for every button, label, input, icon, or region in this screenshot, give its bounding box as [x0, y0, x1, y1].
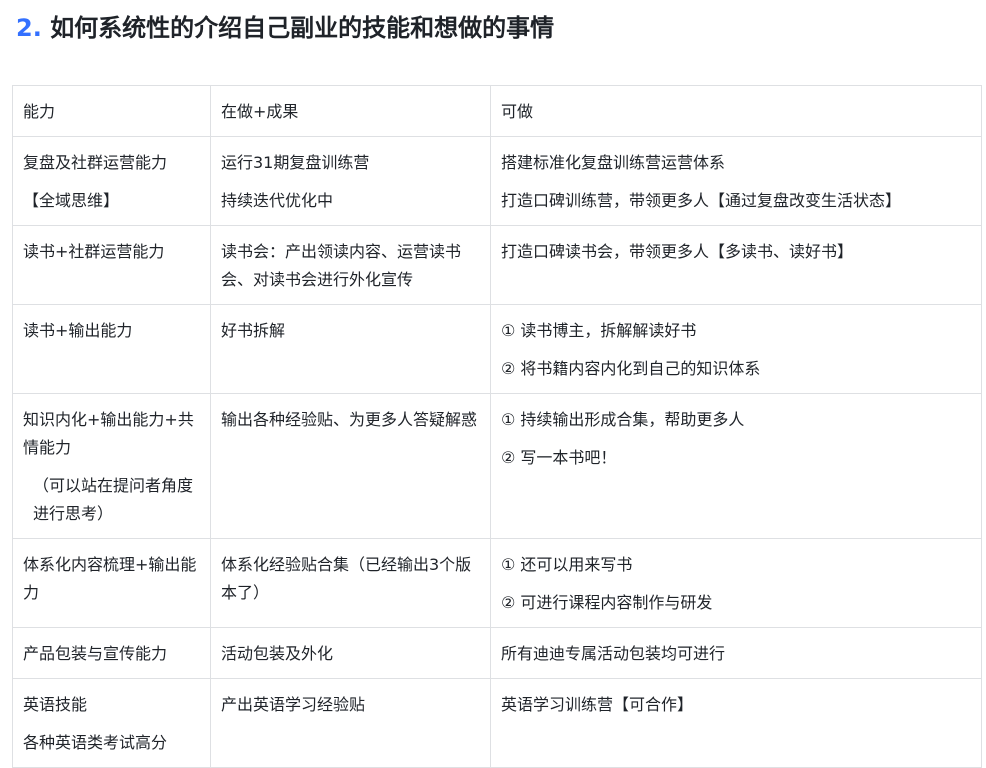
table-cell-doing: 运行31期复盘训练营 持续迭代优化中 [210, 136, 491, 226]
cell-text: （可以站在提问者角度进行思考） [33, 476, 194, 523]
table-cell-todo: ① 还可以用来写书 ② 可进行课程内容制作与研发 [490, 538, 982, 628]
cell-text: 【全域思维】 [23, 191, 120, 210]
cell-text: ② 写一本书吧！ [501, 448, 617, 467]
table-cell-todo: 英语学习训练营【可合作】 [490, 678, 982, 768]
table-cell-ability: 读书+社群运营能力 [12, 225, 211, 305]
header-cell-doing: 在做+成果 [210, 85, 491, 137]
cell-text: 英语技能 [23, 695, 88, 714]
cell-text: 运行31期复盘训练营 [221, 153, 370, 172]
cell-text: ① 持续输出形成合集，帮助更多人 [501, 410, 745, 429]
cell-text: 各种英语类考试高分 [23, 733, 168, 752]
cell-text: 体系化经验贴合集（已经输出3个版本了） [221, 555, 472, 602]
cell-text: 好书拆解 [221, 321, 286, 340]
table-cell-todo: 打造口碑读书会，带领更多人【多读书、读好书】 [490, 225, 982, 305]
table-cell-doing: 产出英语学习经验贴 [210, 678, 491, 768]
cell-text: 搭建标准化复盘训练营运营体系 [501, 153, 726, 172]
cell-text: 打造口碑训练营，带领更多人【通过复盘改变生活状态】 [501, 191, 902, 210]
table-cell-doing: 活动包装及外化 [210, 627, 491, 679]
table-row: 复盘及社群运营能力 【全域思维】 运行31期复盘训练营 持续迭代优化中 搭建标准化复盘训… [12, 136, 982, 226]
skills-table: 能力 在做+成果 可做 复盘及社群运营能力 【全域思维】 运行31期复盘训练营 持续迭… [12, 85, 982, 768]
cell-text: 英语学习训练营【可合作】 [501, 695, 694, 714]
cell-text: ② 可进行课程内容制作与研发 [501, 593, 713, 612]
cell-text: 体系化内容梳理+输出能力 [23, 555, 197, 602]
table-cell-todo: 所有迪迪专属活动包装均可进行 [490, 627, 982, 679]
table-header-row: 能力 在做+成果 可做 [12, 85, 982, 137]
table-cell-doing: 读书会：产出领读内容、运营读书会、对读书会进行外化宣传 [210, 225, 491, 305]
heading-title: 如何系统性的介绍自己副业的技能和想做的事情 [50, 14, 555, 42]
table-row: 知识内化+输出能力+共情能力 （可以站在提问者角度进行思考） 输出各种经验贴、为更多… [12, 393, 982, 539]
cell-text: 持续迭代优化中 [221, 191, 334, 210]
table-row: 体系化内容梳理+输出能力 体系化经验贴合集（已经输出3个版本了） ① 还可以用来写书… [12, 538, 982, 628]
cell-text: ① 读书博主，拆解解读好书 [501, 321, 697, 340]
table-cell-todo: 搭建标准化复盘训练营运营体系打造口碑训练营，带领更多人【通过复盘改变生活状态】 [490, 136, 982, 226]
table-cell-ability: 产品包装与宣传能力 [12, 627, 211, 679]
cell-text: 读书+社群运营能力 [23, 242, 165, 261]
table-row: 英语技能 各种英语类考试高分 产出英语学习经验贴 英语学习训练营【可合作】 [12, 678, 982, 768]
table-cell-doing: 输出各种经验贴、为更多人答疑解惑 [210, 393, 491, 539]
table-cell-doing: 好书拆解 [210, 304, 491, 394]
table-row: 产品包装与宣传能力 活动包装及外化 所有迪迪专属活动包装均可进行 [12, 627, 982, 679]
cell-text: 读书+输出能力 [23, 321, 133, 340]
table-cell-doing: 体系化经验贴合集（已经输出3个版本了） [210, 538, 491, 628]
table-cell-ability: 知识内化+输出能力+共情能力 （可以站在提问者角度进行思考） [12, 393, 211, 539]
cell-text: ① 还可以用来写书 [501, 555, 633, 574]
table-cell-ability: 英语技能各种英语类考试高分 [12, 678, 211, 768]
header-cell-ability: 能力 [12, 85, 211, 137]
cell-text: 所有迪迪专属活动包装均可进行 [501, 644, 726, 663]
cell-text: 产出英语学习经验贴 [221, 695, 366, 714]
cell-text: 产品包装与宣传能力 [23, 644, 168, 663]
table-cell-ability: 复盘及社群运营能力 【全域思维】 [12, 136, 211, 226]
cell-text: 复盘及社群运营能力 [23, 153, 168, 172]
cell-text: 活动包装及外化 [221, 644, 334, 663]
header-cell-todo: 可做 [490, 85, 982, 137]
table-cell-todo: ① 持续输出形成合集，帮助更多人 ② 写一本书吧！ [490, 393, 982, 539]
heading-number: 2. [16, 14, 42, 42]
section-heading: 2. 如何系统性的介绍自己副业的技能和想做的事情 [16, 8, 554, 48]
cell-text: 读书会：产出领读内容、运营读书会、对读书会进行外化宣传 [221, 242, 462, 289]
table-cell-ability: 体系化内容梳理+输出能力 [12, 538, 211, 628]
cell-text: 知识内化+输出能力+共情能力 [23, 410, 194, 457]
table-row: 读书+输出能力 好书拆解 ① 读书博主，拆解解读好书 ② 将书籍内容内化到自己的知识体… [12, 304, 982, 394]
table-row: 读书+社群运营能力 读书会：产出领读内容、运营读书会、对读书会进行外化宣传 打造口碑… [12, 225, 982, 305]
cell-text: 输出各种经验贴、为更多人答疑解惑 [221, 410, 478, 429]
table-cell-ability: 读书+输出能力 [12, 304, 211, 394]
table-cell-todo: ① 读书博主，拆解解读好书 ② 将书籍内容内化到自己的知识体系 [490, 304, 982, 394]
cell-text: 打造口碑读书会，带领更多人【多读书、读好书】 [501, 242, 854, 261]
cell-text: ② 将书籍内容内化到自己的知识体系 [501, 359, 761, 378]
